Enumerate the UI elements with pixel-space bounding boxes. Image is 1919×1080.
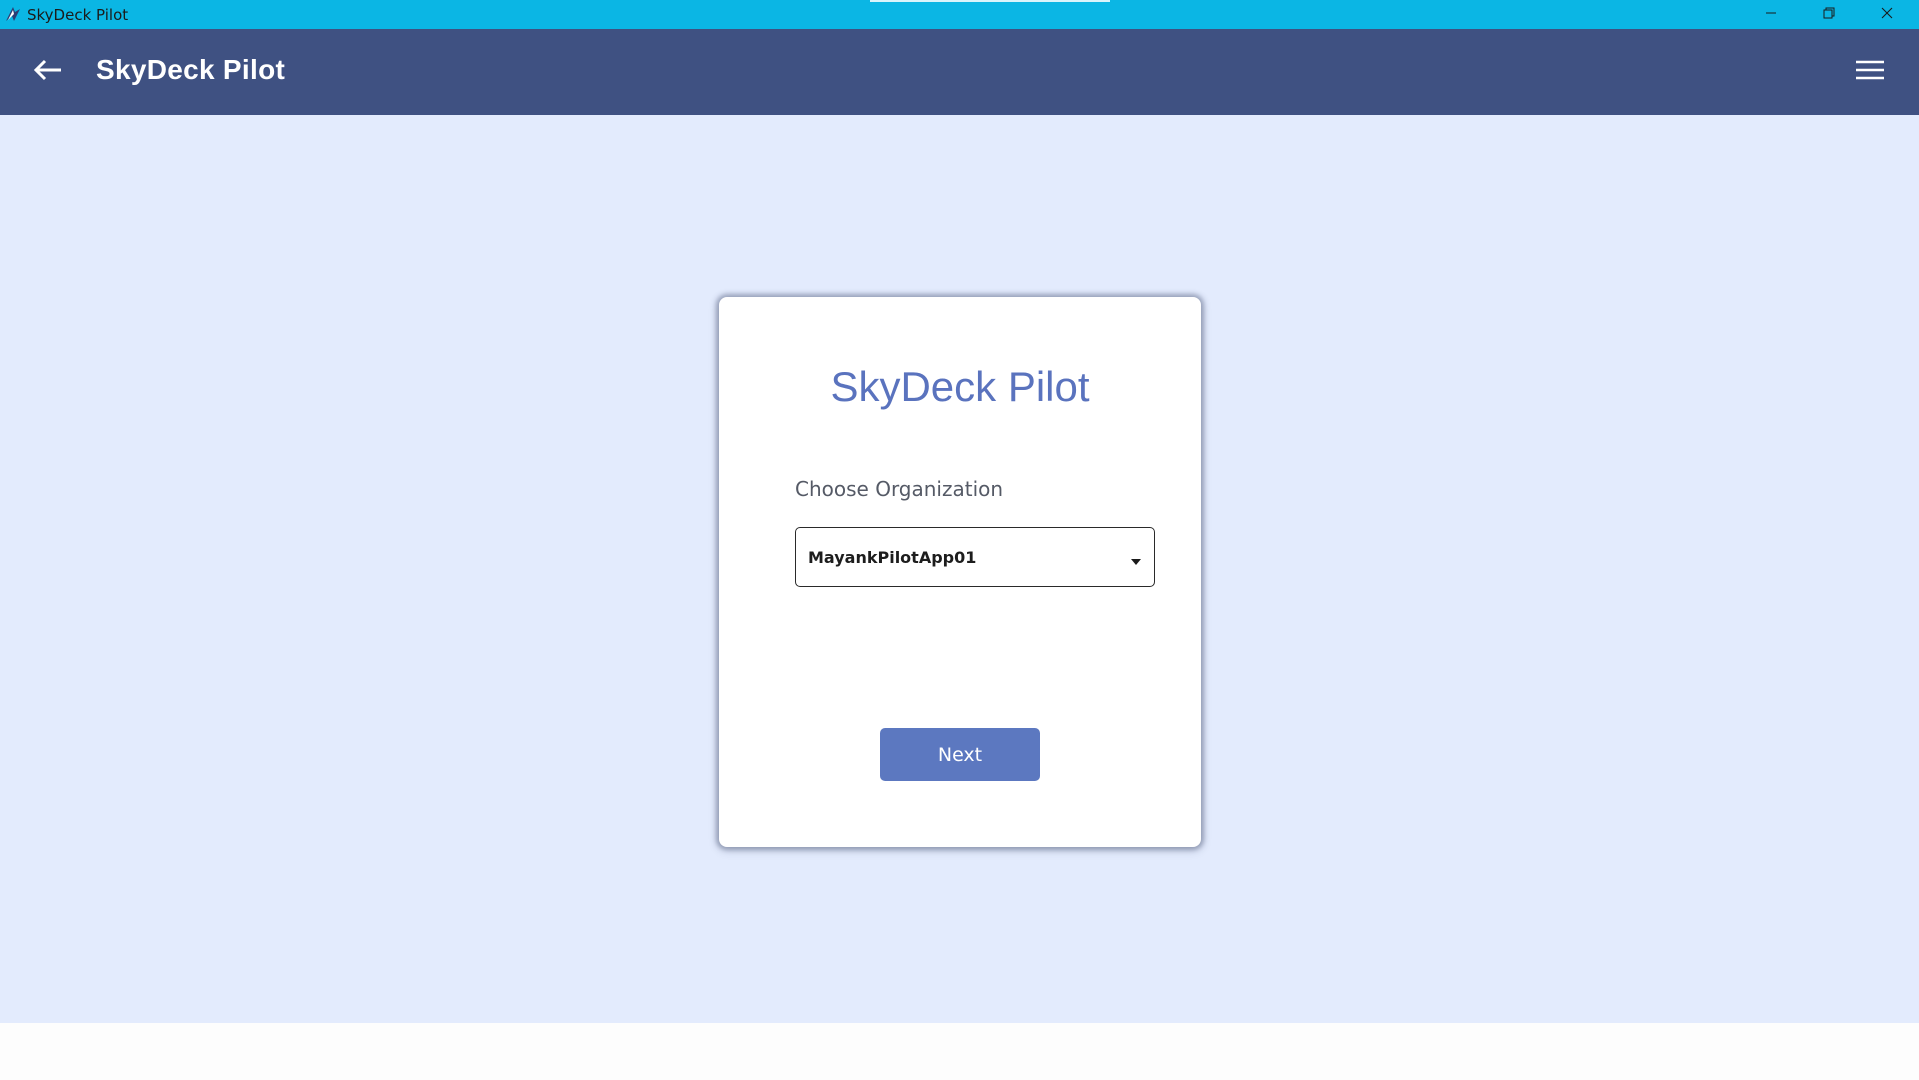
app-header: SkyDeck Pilot — [0, 29, 1919, 115]
next-button[interactable]: Next — [880, 728, 1040, 781]
window-titlebar: SkyDeck Pilot — [0, 0, 1919, 29]
app-logo-icon — [4, 5, 22, 23]
window-title: SkyDeck Pilot — [27, 6, 129, 24]
footer-strip — [0, 1023, 1919, 1080]
organization-card: SkyDeck Pilot Choose Organization Mayank… — [719, 297, 1201, 847]
titlebar-accent — [870, 0, 1110, 2]
back-button[interactable] — [30, 54, 66, 90]
minimize-button[interactable] — [1742, 0, 1800, 29]
arrow-left-icon — [33, 59, 63, 86]
organization-label: Choose Organization — [795, 477, 1004, 501]
page-title: SkyDeck Pilot — [96, 54, 286, 85]
caret-down-icon — [1130, 553, 1142, 565]
minimize-icon — [1765, 6, 1777, 24]
close-button[interactable] — [1858, 0, 1916, 29]
restore-button[interactable] — [1800, 0, 1858, 29]
close-icon — [1881, 6, 1893, 24]
restore-icon — [1823, 6, 1835, 24]
organization-selected-value: MayankPilotApp01 — [808, 548, 977, 567]
hamburger-menu-icon — [1856, 60, 1884, 85]
card-title: SkyDeck Pilot — [830, 363, 1090, 410]
organization-select[interactable]: MayankPilotApp01 — [795, 527, 1155, 587]
menu-button[interactable] — [1852, 55, 1888, 89]
